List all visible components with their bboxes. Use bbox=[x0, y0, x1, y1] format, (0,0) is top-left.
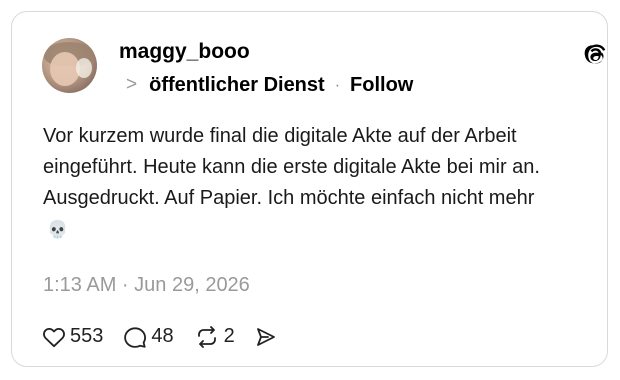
reply-button[interactable]: 48 bbox=[123, 325, 174, 348]
skull-emoji: 💀 bbox=[47, 220, 69, 239]
follow-button[interactable]: Follow bbox=[350, 74, 413, 97]
repost-icon bbox=[197, 325, 216, 348]
like-button[interactable]: 553 bbox=[42, 325, 103, 348]
reply-count: 48 bbox=[151, 325, 174, 347]
post-card: maggy_booo > öffentlicher Dienst · Follo… bbox=[11, 11, 608, 367]
chevron-right-icon: > bbox=[126, 73, 138, 95]
repost-count: 2 bbox=[223, 325, 235, 347]
username[interactable]: maggy_booo bbox=[119, 40, 250, 64]
community-link[interactable]: öffentlicher Dienst bbox=[149, 74, 325, 97]
share-button[interactable] bbox=[255, 326, 277, 348]
send-icon bbox=[256, 327, 275, 346]
post-timestamp[interactable]: 1:13 AM · Jun 29, 2026 bbox=[43, 274, 250, 297]
post-body: Vor kurzem wurde final die digitale Akte… bbox=[43, 125, 540, 209]
comment-bubble-icon bbox=[124, 326, 147, 348]
heart-icon bbox=[43, 327, 65, 347]
post-text: Vor kurzem wurde final die digitale Akte… bbox=[43, 121, 563, 246]
like-count: 553 bbox=[70, 325, 104, 347]
post-meta-row: > öffentlicher Dienst · Follow bbox=[126, 74, 413, 97]
separator-dot: · bbox=[334, 76, 341, 94]
repost-button[interactable]: 2 bbox=[194, 325, 235, 348]
action-bar: 553 48 2 bbox=[42, 325, 297, 348]
avatar[interactable] bbox=[42, 38, 97, 93]
threads-logo-icon[interactable] bbox=[580, 40, 610, 70]
